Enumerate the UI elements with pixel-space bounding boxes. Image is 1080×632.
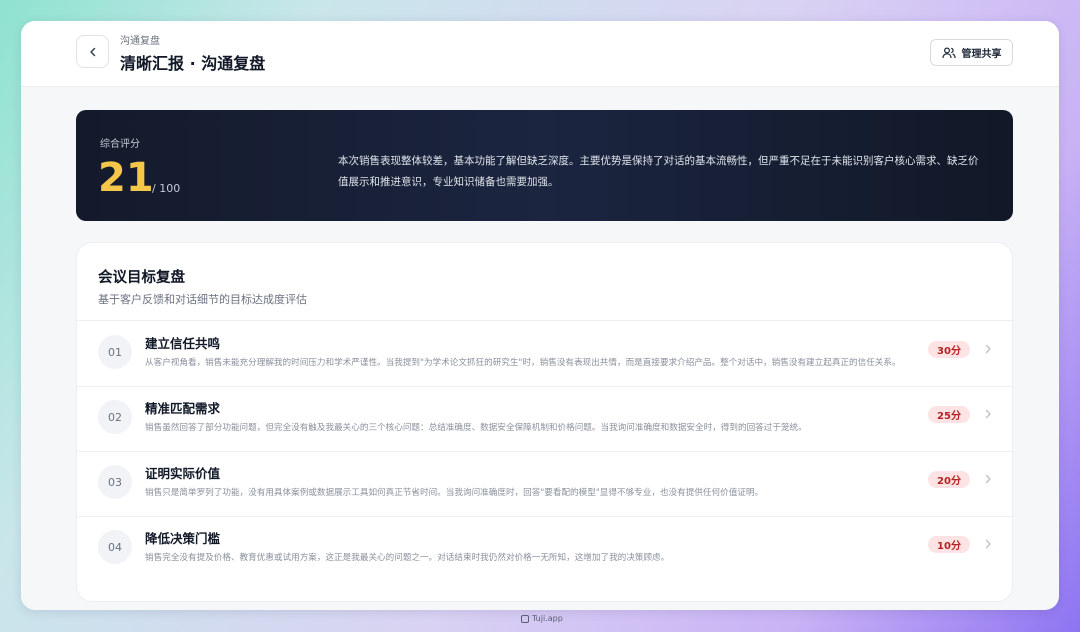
goal-score-badge: 25分: [928, 406, 970, 423]
chevron-right-icon[interactable]: [982, 472, 994, 486]
score-card: 综合评分 21 / 100 本次销售表现整体较差，基本功能了解但缺乏深度。主要优…: [76, 110, 1013, 221]
manage-share-label: 管理共享: [961, 49, 1002, 60]
goal-description: 从客户视角看，销售未能充分理解我的时间压力和学术严谨性。当我提到"为学术论文抓狂…: [145, 358, 901, 368]
goals-title: 会议目标复盘: [98, 270, 185, 286]
chevron-left-icon: [89, 47, 95, 56]
goals-subtitle: 基于客户反馈和对话细节的目标达成度评估: [98, 293, 307, 306]
goal-title: 降低决策门槛: [145, 531, 221, 546]
page-header: 沟通复盘 清晰汇报 · 沟通复盘 管理共享: [21, 21, 1059, 87]
manage-share-button[interactable]: 管理共享: [930, 39, 1013, 66]
goals-header: 会议目标复盘 基于客户反馈和对话细节的目标达成度评估: [77, 243, 1014, 321]
goal-description: 销售虽然回答了部分功能问题，但完全没有触及我最关心的三个核心问题：总结准确度、数…: [145, 423, 807, 433]
brand-label: Tuji.app: [532, 614, 563, 623]
score-summary: 本次销售表现整体较差，基本功能了解但缺乏深度。主要优势是保持了对话的基本流畅性，…: [338, 155, 979, 188]
score-label: 综合评分: [100, 139, 140, 150]
goal-item[interactable]: 03 证明实际价值 销售只是简单罗列了功能，没有用具体案例或数据展示工具如何真正…: [77, 452, 1014, 517]
users-icon: [941, 46, 956, 58]
app-window: 沟通复盘 清晰汇报 · 沟通复盘 管理共享 综合评分 21 / 100 本次销售…: [21, 21, 1059, 610]
page-title: 清晰汇报 · 沟通复盘: [120, 54, 266, 73]
goal-item[interactable]: 04 降低决策门槛 销售完全没有提及价格、教育优惠或试用方案，这正是我最关心的问…: [77, 517, 1014, 582]
goal-description: 销售只是简单罗列了功能，没有用具体案例或数据展示工具如何真正节省时间。当我询问准…: [145, 488, 764, 498]
goal-number: 02: [98, 400, 132, 434]
goal-number: 01: [98, 335, 132, 369]
goal-title: 建立信任共鸣: [145, 336, 221, 351]
goal-item[interactable]: 01 建立信任共鸣 从客户视角看，销售未能充分理解我的时间压力和学术严谨性。当我…: [77, 322, 1014, 387]
score-max: / 100: [152, 182, 181, 195]
goal-score-badge: 20分: [928, 471, 970, 488]
goal-description: 销售完全没有提及价格、教育优惠或试用方案，这正是我最关心的问题之一。对话结束时我…: [145, 553, 670, 563]
score-value: 21: [98, 155, 154, 201]
goal-score-badge: 30分: [928, 341, 970, 358]
meeting-goals-card: 会议目标复盘 基于客户反馈和对话细节的目标达成度评估 01 建立信任共鸣 从客户…: [76, 242, 1014, 602]
footer-brand: Tuji.app: [521, 614, 563, 623]
goal-score-badge: 10分: [928, 536, 970, 553]
goal-list: 01 建立信任共鸣 从客户视角看，销售未能充分理解我的时间压力和学术严谨性。当我…: [77, 322, 1014, 582]
goal-title: 精准匹配需求: [145, 401, 221, 416]
chevron-right-icon[interactable]: [982, 342, 994, 356]
brand-logo-icon: [521, 614, 529, 623]
breadcrumb[interactable]: 沟通复盘: [120, 32, 160, 47]
chevron-right-icon[interactable]: [982, 407, 994, 421]
goal-item[interactable]: 02 精准匹配需求 销售虽然回答了部分功能问题，但完全没有触及我最关心的三个核心…: [77, 387, 1014, 452]
goal-number: 04: [98, 530, 132, 564]
back-button[interactable]: [76, 35, 109, 68]
goal-title: 证明实际价值: [145, 466, 221, 481]
chevron-right-icon[interactable]: [982, 537, 994, 551]
goal-number: 03: [98, 465, 132, 499]
